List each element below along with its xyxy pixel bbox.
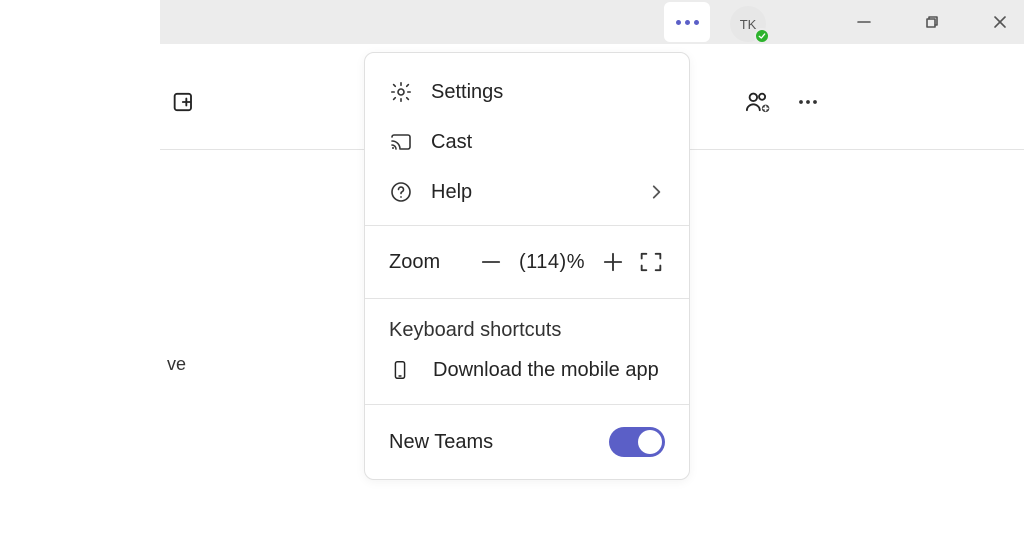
window-minimize-button[interactable] [834, 0, 894, 44]
new-teams-toggle[interactable] [609, 427, 665, 457]
window-titlebar: TK [160, 0, 1024, 44]
more-dot-icon [694, 20, 699, 25]
menu-divider [365, 225, 689, 226]
window-close-button[interactable] [970, 0, 1024, 44]
help-icon [389, 180, 413, 204]
zoom-in-button[interactable] [599, 248, 627, 276]
minus-icon [477, 248, 505, 276]
avatar-initials: TK [740, 17, 757, 32]
download-mobile-label: Download the mobile app [433, 359, 659, 382]
presence-available-icon [754, 28, 770, 44]
fullscreen-button[interactable] [637, 248, 665, 276]
minimize-icon [856, 14, 872, 30]
window-maximize-button[interactable] [902, 0, 962, 44]
zoom-out-button[interactable] [477, 248, 505, 276]
help-menu-item[interactable]: Help [365, 167, 689, 217]
keyboard-shortcuts-label: Keyboard shortcuts [389, 319, 561, 341]
fullscreen-icon [637, 248, 665, 276]
settings-menu-item[interactable]: Settings [365, 67, 689, 117]
settings-popover: Settings Cast Help Zoom [364, 52, 690, 480]
settings-label: Settings [431, 81, 665, 104]
more-dot-icon [676, 20, 681, 25]
menu-divider [365, 404, 689, 405]
zoom-label: Zoom [389, 251, 440, 274]
cast-icon [389, 130, 413, 154]
zoom-value: (114)% [515, 251, 589, 274]
gear-icon [389, 80, 413, 104]
download-mobile-app-item[interactable]: Download the mobile app [365, 352, 689, 396]
add-people-icon [744, 88, 772, 116]
more-options-button[interactable] [664, 2, 710, 42]
chevron-right-icon [647, 183, 665, 201]
cast-menu-item[interactable]: Cast [365, 117, 689, 167]
cropped-text-fragment: ve [167, 354, 186, 375]
more-dot-icon [685, 20, 690, 25]
new-teams-toggle-row: New Teams [365, 413, 689, 475]
help-label: Help [431, 181, 629, 204]
panel-toggle-icon [170, 88, 198, 116]
panel-toggle-button[interactable] [170, 88, 198, 116]
toggle-knob [638, 430, 662, 454]
menu-divider [365, 298, 689, 299]
cast-label: Cast [431, 131, 665, 154]
ellipsis-icon [794, 88, 822, 116]
new-teams-label: New Teams [389, 431, 609, 454]
close-icon [992, 14, 1008, 30]
add-people-button[interactable] [744, 88, 772, 116]
plus-icon [599, 248, 627, 276]
maximize-icon [924, 14, 940, 30]
header-more-button[interactable] [794, 88, 822, 116]
mobile-icon [389, 356, 411, 384]
keyboard-shortcuts-item[interactable]: Keyboard shortcuts [365, 307, 689, 352]
zoom-row: Zoom (114)% [365, 234, 689, 290]
